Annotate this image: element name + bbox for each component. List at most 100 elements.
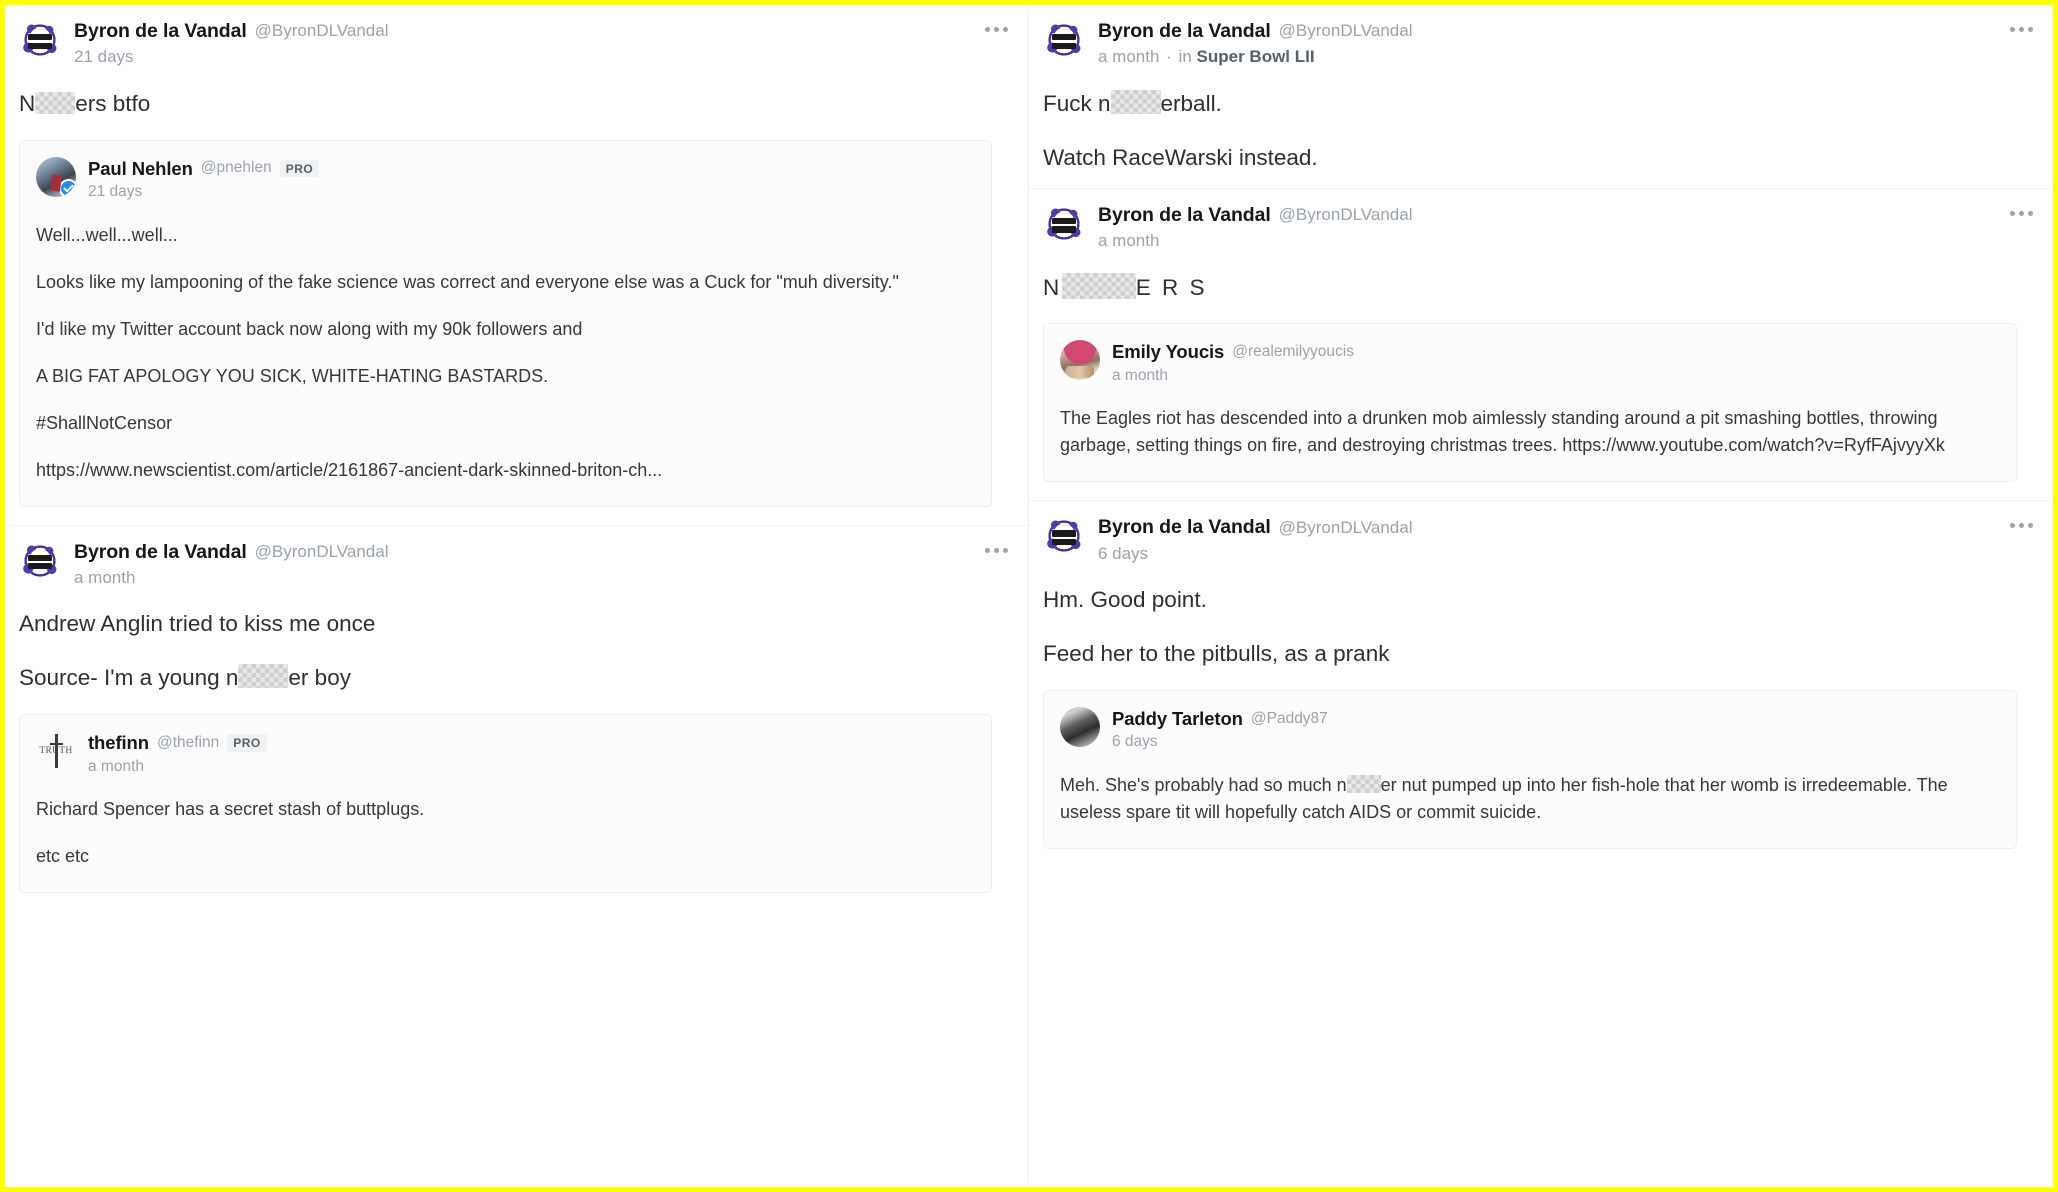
more-horizontal-icon[interactable] — [2010, 27, 2033, 32]
author-handle[interactable]: @thefinn — [157, 734, 219, 752]
author-handle[interactable]: @realemilyyoucis — [1232, 343, 1354, 361]
quoted-author-identity: thefinn @thefinn PRO — [88, 732, 267, 753]
quoted-post-header: Truth thefinn @thefinn PRO a month — [36, 731, 973, 778]
quoted-post-header: Paddy Tarleton @Paddy87 6 days — [1060, 706, 1998, 754]
quoted-post-body: The Eagles riot has descended into a dru… — [1060, 387, 1998, 459]
post-body: Fuck n erball. Watch RaceWarski instead. — [1043, 70, 2017, 178]
post[interactable]: Byron de la Vandal @ByronDLVandal 6 days… — [1029, 500, 2053, 867]
post-timestamp[interactable]: 6 days — [1098, 544, 1412, 564]
post-body: NE R S — [1043, 254, 2017, 308]
author-name[interactable]: Byron de la Vandal — [1098, 516, 1271, 538]
avatar[interactable] — [1060, 706, 1100, 747]
post-header: Byron de la Vandal @ByronDLVandal a mont… — [1043, 202, 2017, 254]
post-timestamp[interactable]: 6 days — [1112, 733, 1328, 752]
group-prefix: in — [1178, 47, 1192, 67]
quoted-author-identity: Emily Youcis @realemilyyoucis — [1112, 341, 1354, 362]
post-timestamp[interactable]: a month — [1098, 231, 1412, 251]
more-horizontal-icon[interactable] — [2010, 523, 2033, 529]
post-link[interactable]: https://www.newscientist.com/article/216… — [36, 457, 973, 484]
quoted-post-card[interactable]: Paul Nehlen @pnehlen PRO 21 days Well...… — [19, 139, 992, 507]
quoted-post-card[interactable]: Paddy Tarleton @Paddy87 6 days Meh. She'… — [1043, 689, 2017, 849]
post-text-before: N — [19, 90, 36, 116]
post-body: Hm. Good point. Feed her to the pitbulls… — [1043, 566, 2017, 674]
post-line: Richard Spencer has a secret stash of bu… — [36, 799, 425, 820]
redaction-block — [1061, 272, 1136, 299]
post-timestamp[interactable]: a month — [88, 758, 267, 777]
group-link[interactable]: Super Bowl LII — [1197, 47, 1315, 66]
author-handle[interactable]: @ByronDLVandal — [1279, 21, 1413, 41]
post-line: #ShallNotCensor — [36, 412, 173, 433]
pro-badge: PRO — [227, 734, 267, 752]
post[interactable]: Byron de la Vandal @ByronDLVandal 21 day… — [5, 5, 1028, 525]
author-handle[interactable]: @Paddy87 — [1251, 710, 1328, 728]
quoted-post-body: Meh. She's probably had so much n er nut … — [1060, 754, 1998, 826]
avatar[interactable]: Truth — [36, 731, 76, 772]
author-name[interactable]: Byron de la Vandal — [1098, 20, 1271, 42]
post-timestamp: a month · in Super Bowl LII — [1098, 47, 1412, 67]
quoted-post-header: Emily Youcis @realemilyyoucis a month — [1060, 340, 1998, 387]
author-name[interactable]: thefinn — [88, 732, 149, 753]
author-identity: Byron de la Vandal @ByronDLVandal — [74, 20, 388, 42]
more-horizontal-icon[interactable] — [985, 547, 1008, 553]
post-line: Watch RaceWarski instead. — [1043, 144, 1318, 170]
more-horizontal-icon[interactable] — [985, 27, 1008, 32]
post-timestamp[interactable]: a month — [1112, 367, 1354, 386]
post-line: A BIG FAT APOLOGY YOU SICK, WHITE-HATING… — [36, 365, 549, 386]
author-handle[interactable]: @pnehlen — [201, 159, 272, 177]
avatar[interactable] — [1043, 19, 1085, 61]
social-feed-screenshot: Byron de la Vandal @ByronDLVandal 21 day… — [0, 0, 2058, 1192]
post[interactable]: Byron de la Vandal @ByronDLVandal a mont… — [5, 524, 1028, 912]
post-line: Andrew Anglin tried to kiss me once — [19, 611, 376, 637]
author-handle[interactable]: @ByronDLVandal — [255, 542, 389, 562]
quoted-post-card[interactable]: Truth thefinn @thefinn PRO a month Richa… — [19, 714, 992, 894]
post-line: Hm. Good point. — [1043, 587, 1207, 613]
redaction-block — [1346, 774, 1381, 793]
post-header: Byron de la Vandal @ByronDLVandal 6 days — [1043, 515, 2017, 566]
author-identity: Byron de la Vandal @ByronDLVandal — [74, 541, 388, 563]
post-timestamp[interactable]: a month — [74, 568, 388, 588]
post[interactable]: Byron de la Vandal @ByronDLVandal a mont… — [1029, 187, 2053, 501]
left-column: Byron de la Vandal @ByronDLVandal 21 day… — [5, 5, 1029, 1187]
post-line: I'd like my Twitter account back now alo… — [36, 318, 583, 339]
verified-check-icon — [59, 178, 76, 197]
pro-badge: PRO — [279, 159, 320, 178]
author-handle[interactable]: @ByronDLVandal — [255, 21, 389, 41]
post-text-after: erball. — [1160, 90, 1222, 116]
author-handle[interactable]: @ByronDLVandal — [1279, 518, 1413, 538]
avatar[interactable] — [1043, 515, 1085, 558]
timestamp-text[interactable]: a month — [1098, 47, 1159, 66]
post-header: Byron de la Vandal @ByronDLVandal a mont… — [1043, 19, 2017, 70]
post-timestamp[interactable]: 21 days — [88, 183, 319, 202]
post-line: NE R S — [1043, 272, 2013, 304]
post-text-after: er boy — [288, 665, 351, 691]
meta-separator: · — [1161, 47, 1177, 67]
post-text-before: N — [1043, 274, 1062, 300]
quoted-post-body: Well...well...well... Looks like my lamp… — [36, 204, 973, 484]
avatar[interactable] — [36, 156, 76, 197]
quoted-author-identity: Paddy Tarleton @Paddy87 — [1112, 708, 1328, 729]
quoted-post-header: Paul Nehlen @pnehlen PRO 21 days — [36, 156, 973, 204]
author-identity: Byron de la Vandal @ByronDLVandal — [1098, 204, 1412, 226]
author-identity: Byron de la Vandal @ByronDLVandal — [1098, 516, 1412, 538]
post-line: Meh. She's probably had so much n er nut … — [1060, 772, 1998, 826]
post[interactable]: Byron de la Vandal @ByronDLVandal a mont… — [1029, 5, 2053, 188]
avatar[interactable] — [19, 539, 61, 582]
more-horizontal-icon[interactable] — [2010, 210, 2033, 216]
author-name[interactable]: Paddy Tarleton — [1112, 708, 1243, 729]
author-handle[interactable]: @ByronDLVandal — [1279, 205, 1413, 225]
avatar[interactable] — [1060, 340, 1100, 381]
post-text-before: Meh. She's probably had so much n — [1060, 774, 1347, 795]
avatar[interactable] — [1043, 202, 1085, 245]
redaction-block — [238, 664, 289, 689]
post-timestamp[interactable]: 21 days — [74, 47, 388, 67]
post-header: Byron de la Vandal @ByronDLVandal 21 day… — [19, 19, 992, 70]
author-name[interactable]: Paul Nehlen — [88, 158, 193, 179]
avatar[interactable] — [19, 19, 61, 61]
author-name[interactable]: Byron de la Vandal — [1098, 204, 1271, 226]
author-name[interactable]: Byron de la Vandal — [74, 20, 247, 42]
author-name[interactable]: Emily Youcis — [1112, 341, 1224, 362]
quoted-post-card[interactable]: Emily Youcis @realemilyyoucis a month Th… — [1043, 323, 2017, 483]
post-text-before: Fuck n — [1043, 90, 1111, 116]
author-name[interactable]: Byron de la Vandal — [74, 541, 247, 563]
redaction-block — [1110, 89, 1161, 114]
